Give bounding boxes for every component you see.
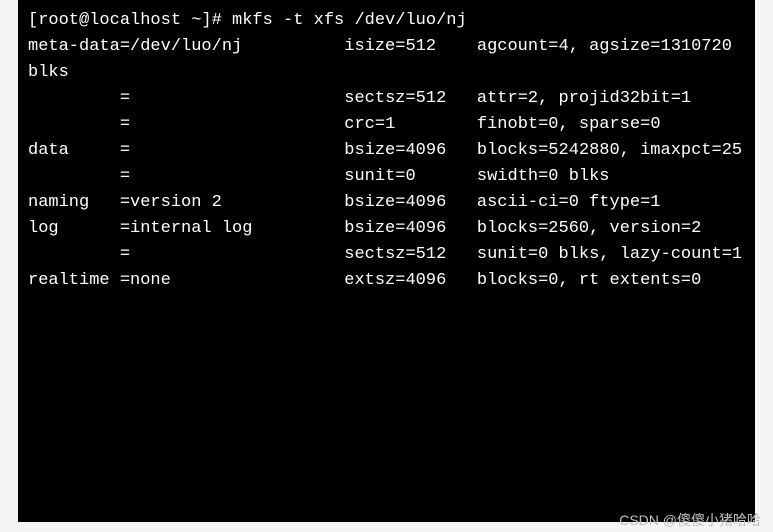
terminal-line: = sunit=0 swidth=0 blks [28,164,745,190]
terminal-line: log =internal log bsize=4096 blocks=2560… [28,216,745,242]
terminal-line: = crc=1 finobt=0, sparse=0 [28,112,745,138]
terminal-line: [root@localhost ~]# mkfs -t xfs /dev/luo… [28,8,745,34]
terminal-line: naming =version 2 bsize=4096 ascii-ci=0 … [28,190,745,216]
terminal-line: data = bsize=4096 blocks=5242880, imaxpc… [28,138,745,164]
terminal-line: = sectsz=512 sunit=0 blks, lazy-count=1 [28,242,745,268]
terminal-line: = sectsz=512 attr=2, projid32bit=1 [28,86,745,112]
terminal-window[interactable]: [root@localhost ~]# mkfs -t xfs /dev/luo… [18,0,755,522]
terminal-line: realtime =none extsz=4096 blocks=0, rt e… [28,268,745,294]
terminal-line: meta-data=/dev/luo/nj isize=512 agcount=… [28,34,745,86]
